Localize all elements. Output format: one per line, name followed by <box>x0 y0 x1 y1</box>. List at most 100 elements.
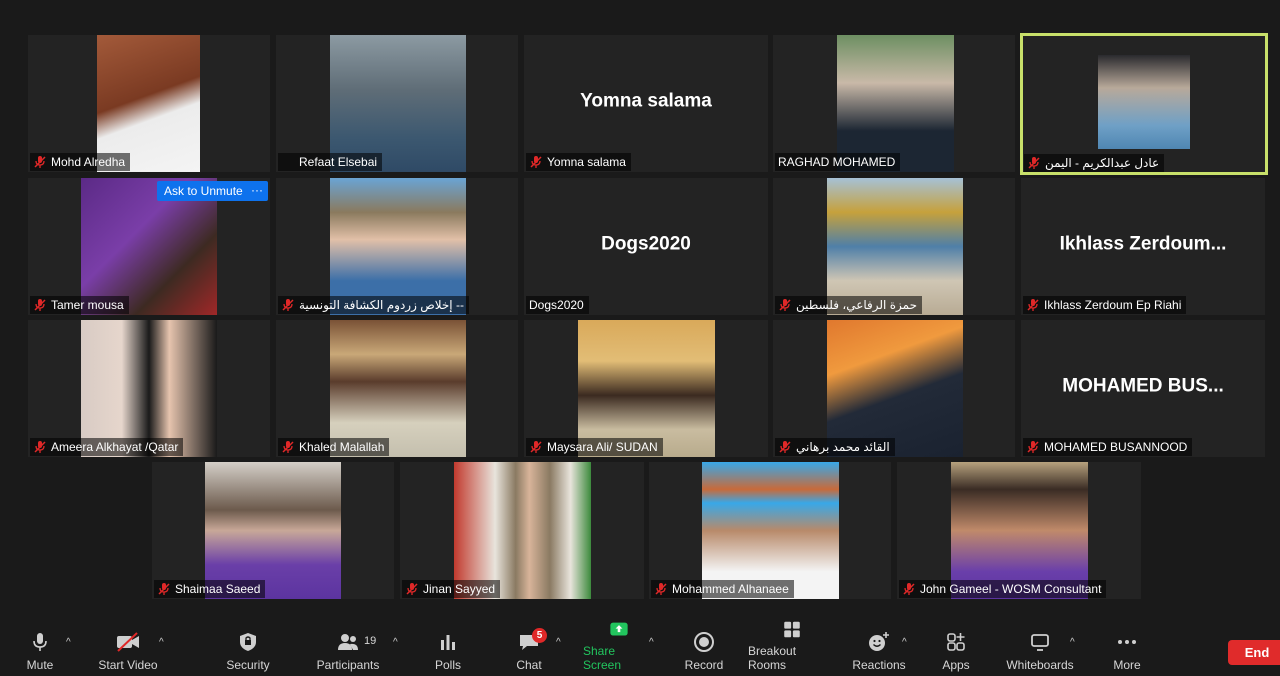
security-label: Security <box>226 658 270 672</box>
mic-muted-icon <box>157 582 171 596</box>
participant-tile[interactable]: إخلاص زردوم الكشافة التونسية -- <box>276 178 518 315</box>
participant-nameplate: حمزة الرفاعي، فلسطين <box>775 296 922 314</box>
mic-muted-icon <box>902 582 916 596</box>
participant-video <box>827 320 963 457</box>
participant-name: Ameera Alkhayat /Qatar <box>51 440 179 454</box>
mic-muted-icon <box>778 440 792 454</box>
mic-muted-icon <box>33 155 47 169</box>
record-icon <box>694 632 714 652</box>
people-icon <box>338 634 358 650</box>
participant-nameplate: Jinan Sayyed <box>402 580 501 598</box>
participant-nameplate: Mohd Alredha <box>30 153 131 171</box>
participant-name: عادل عبدالكريم - اليمن <box>1045 156 1160 170</box>
start-video-button[interactable]: Start Video <box>96 620 160 676</box>
participant-display-name: Dogs2020 <box>601 232 691 254</box>
video-options-caret[interactable]: ^ <box>159 637 164 648</box>
smiley-plus-icon <box>869 632 889 651</box>
participant-name: Mohd Alredha <box>51 155 126 169</box>
mic-muted-icon <box>654 582 668 596</box>
participant-tile[interactable]: Mohammed Alhanaee <box>649 462 891 599</box>
chat-unread-badge: 5 <box>532 628 547 643</box>
participant-name: حمزة الرفاعي، فلسطين <box>796 298 917 312</box>
participant-nameplate: Khaled Malallah <box>278 438 390 456</box>
participant-name: Ikhlass Zerdoum Ep Riahi <box>1044 298 1182 312</box>
participant-tile[interactable]: RAGHAD MOHAMED <box>773 35 1015 172</box>
participant-tile[interactable]: Yomna salama Yomna salama <box>524 35 768 172</box>
participants-label: Participants <box>316 658 380 672</box>
participant-name: Refaat Elsebai <box>299 155 378 169</box>
participant-tile[interactable]: Shaimaa Saeed <box>152 462 394 599</box>
participant-video <box>1098 55 1190 149</box>
participant-name: Yomna salama <box>547 155 626 169</box>
participant-video <box>330 320 466 457</box>
mic-muted-icon <box>1026 298 1040 312</box>
mic-muted-icon <box>33 298 47 312</box>
end-meeting-button[interactable]: End <box>1228 640 1280 665</box>
mute-options-caret[interactable]: ^ <box>66 637 71 648</box>
chat-options-caret[interactable]: ^ <box>556 637 561 648</box>
participant-nameplate: إخلاص زردوم الكشافة التونسية -- <box>278 296 469 314</box>
participant-video <box>578 320 715 457</box>
participant-tile[interactable]: حمزة الرفاعي، فلسطين <box>773 178 1015 315</box>
participant-tile[interactable]: Mohd Alredha <box>28 35 270 172</box>
participant-video <box>330 178 466 315</box>
participant-name: John Gameel - WOSM Consultant <box>920 582 1102 596</box>
participant-tile-active-speaker[interactable]: عادل عبدالكريم - اليمن <box>1020 33 1268 175</box>
apps-label: Apps <box>942 658 970 672</box>
participant-nameplate: John Gameel - WOSM Consultant <box>899 580 1107 598</box>
participant-nameplate: MOHAMED BUSANNOOD <box>1023 438 1193 456</box>
reactions-options-caret[interactable]: ^ <box>902 637 907 648</box>
security-button[interactable]: Security <box>222 620 274 676</box>
more-button[interactable]: More <box>1108 620 1146 676</box>
participants-options-caret[interactable]: ^ <box>393 637 398 648</box>
participant-name: Dogs2020 <box>529 298 584 312</box>
participants-button[interactable]: Participants <box>313 620 383 676</box>
participant-nameplate: Dogs2020 <box>526 296 589 314</box>
participant-video <box>951 462 1088 599</box>
mic-muted-icon <box>33 440 47 454</box>
tile-more-options-button[interactable]: ··· <box>246 181 268 201</box>
share-options-caret[interactable]: ^ <box>649 637 654 648</box>
participant-tile[interactable]: Dogs2020 Dogs2020 <box>524 178 768 315</box>
participant-tile[interactable]: القائد محمد برهاني <box>773 320 1015 457</box>
participant-video <box>330 35 466 172</box>
participant-name: إخلاص زردوم الكشافة التونسية -- <box>299 298 464 312</box>
participant-name: Tamer mousa <box>51 298 124 312</box>
participant-nameplate: القائد محمد برهاني <box>775 438 895 456</box>
whiteboards-button[interactable]: Whiteboards <box>1004 620 1076 676</box>
participant-tile[interactable]: Jinan Sayyed <box>400 462 644 599</box>
breakout-rooms-button[interactable]: Breakout Rooms <box>748 620 836 676</box>
participant-tile[interactable]: Ikhlass Zerdoum... Ikhlass Zerdoum Ep Ri… <box>1021 178 1265 315</box>
participant-tile[interactable]: John Gameel - WOSM Consultant <box>897 462 1141 599</box>
participant-video <box>702 462 839 599</box>
apps-button[interactable]: Apps <box>938 620 974 676</box>
whiteboards-options-caret[interactable]: ^ <box>1070 637 1075 648</box>
participant-video <box>205 462 341 599</box>
polls-label: Polls <box>434 658 461 672</box>
participant-display-name: Yomna salama <box>580 89 712 111</box>
participant-video <box>827 178 963 315</box>
ask-to-unmute-button[interactable]: Ask to Unmute <box>157 181 250 201</box>
video-off-icon <box>117 632 139 652</box>
shield-icon <box>240 633 256 651</box>
apps-icon <box>947 633 965 651</box>
reactions-button[interactable]: Reactions <box>852 620 906 676</box>
participant-tile[interactable]: Ameera Alkhayat /Qatar <box>28 320 270 457</box>
participant-name: Khaled Malallah <box>299 440 385 454</box>
share-screen-button[interactable]: Share Screen <box>583 620 655 676</box>
participant-tile[interactable]: Refaat Elsebai <box>276 35 518 172</box>
participant-tile[interactable]: Maysara Ali/ SUDAN <box>524 320 768 457</box>
participant-name: Jinan Sayyed <box>423 582 496 596</box>
mic-muted-icon <box>405 582 419 596</box>
video-gallery: Mohd Alredha Refaat Elsebai Yomna salama… <box>0 0 1280 620</box>
whiteboards-label: Whiteboards <box>1006 658 1074 672</box>
meeting-toolbar: Mute ^ Start Video ^ Security Participan… <box>0 620 1280 676</box>
participant-name: Maysara Ali/ SUDAN <box>547 440 658 454</box>
participant-tile[interactable]: Khaled Malallah <box>276 320 518 457</box>
mute-button[interactable]: Mute <box>18 620 62 676</box>
record-button[interactable]: Record <box>683 620 725 676</box>
participant-video <box>81 320 217 457</box>
polls-button[interactable]: Polls <box>430 620 466 676</box>
more-label: More <box>1113 658 1141 672</box>
participant-tile[interactable]: MOHAMED BUS... MOHAMED BUSANNOOD <box>1021 320 1265 457</box>
